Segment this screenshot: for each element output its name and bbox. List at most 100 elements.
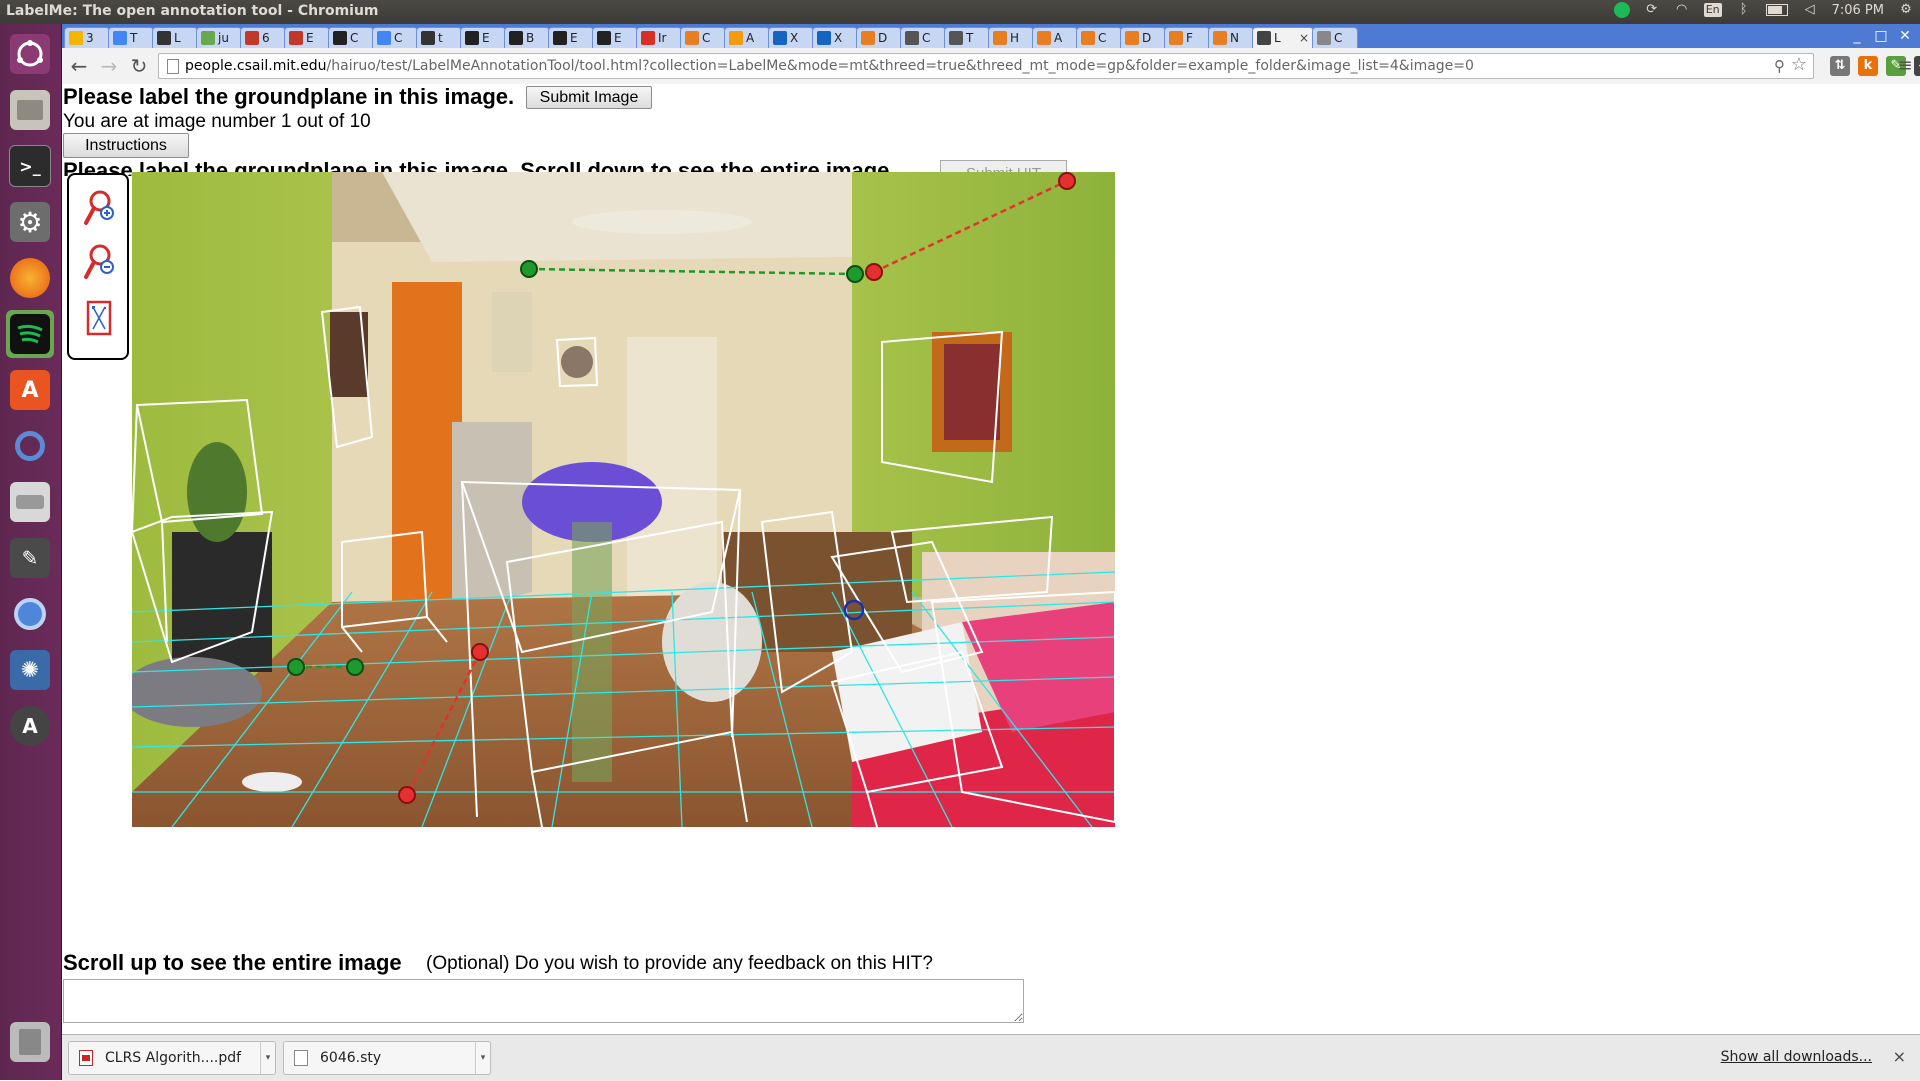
chevron-down-icon[interactable]: ▾	[475, 1042, 490, 1074]
green-handle[interactable]	[287, 658, 305, 676]
drive-launcher-icon[interactable]	[6, 478, 54, 526]
tab-label: ju	[218, 31, 229, 45]
browser-tab[interactable]: C	[900, 27, 946, 48]
reload-button[interactable]: ↻	[126, 54, 152, 78]
annotation-canvas[interactable]	[132, 172, 1115, 827]
settings-launcher-icon[interactable]: ⚙	[6, 198, 54, 246]
browser-tab[interactable]: C	[372, 27, 418, 48]
spotify-tray-icon[interactable]	[1613, 2, 1630, 18]
browser-tab[interactable]: C	[1076, 27, 1122, 48]
browser-tab[interactable]: D	[856, 27, 902, 48]
close-icon[interactable]: ×	[1893, 1047, 1906, 1066]
page-content: Please label the groundplane in this ima…	[62, 84, 1920, 1034]
browser-tab[interactable]: E	[284, 27, 330, 48]
back-button[interactable]: ←	[66, 54, 92, 78]
browser-tab[interactable]: L ×	[1252, 27, 1314, 48]
app-launcher-icon-circle[interactable]	[6, 422, 54, 470]
browser-tab[interactable]: E	[548, 27, 594, 48]
browser-tab[interactable]: X	[812, 27, 858, 48]
red-handle[interactable]	[865, 263, 883, 281]
browser-tab[interactable]: N	[1208, 27, 1254, 48]
minimize-button[interactable]: _	[1848, 28, 1866, 44]
maximize-button[interactable]: □	[1872, 28, 1890, 44]
browser-tab[interactable]: E	[460, 27, 506, 48]
tab-label: D	[878, 31, 888, 45]
browser-tab[interactable]: X	[768, 27, 814, 48]
software-center-launcher-icon[interactable]: A	[6, 366, 54, 414]
tab-label: E	[482, 31, 490, 45]
update-manager-launcher-icon[interactable]: A	[6, 702, 54, 750]
sync-icon[interactable]: ⟳	[1644, 2, 1660, 18]
gear-icon[interactable]: ⚙	[1898, 2, 1914, 18]
green-handle[interactable]	[520, 260, 538, 278]
firefox-launcher-icon[interactable]	[6, 254, 54, 302]
browser-tab[interactable]: H	[988, 27, 1034, 48]
browser-tab[interactable]: t	[416, 27, 462, 48]
dash-home-button[interactable]	[6, 30, 54, 78]
extension-1-icon[interactable]: ⇅	[1830, 56, 1850, 76]
menu-icon[interactable]: ≡	[1892, 54, 1918, 78]
close-window-button[interactable]: ✕	[1896, 28, 1914, 44]
battery-icon[interactable]	[1765, 4, 1788, 16]
browser-tab[interactable]: A	[724, 27, 770, 48]
browser-tab[interactable]: C	[1312, 27, 1358, 48]
address-bar[interactable]: people.csail.mit.edu/hairuo/test/LabelMe…	[158, 53, 1814, 79]
fit-image-icon[interactable]	[83, 299, 115, 339]
instructions-button[interactable]: Instructions	[63, 133, 189, 158]
app-launcher-icon-swirl[interactable]: ✺	[6, 646, 54, 694]
terminal-launcher-icon[interactable]: >_	[6, 142, 54, 190]
inkscape-launcher-icon[interactable]: ✎	[6, 534, 54, 582]
browser-tab[interactable]: A	[1032, 27, 1078, 48]
green-handle[interactable]	[846, 265, 864, 283]
tab-favicon-icon	[245, 31, 259, 45]
feedback-textarea[interactable]	[63, 979, 1024, 1023]
submit-image-button[interactable]: Submit Image	[526, 86, 652, 109]
trash-launcher-icon[interactable]	[6, 1018, 54, 1066]
red-handle[interactable]	[1058, 172, 1076, 190]
browser-tab[interactable]: 3	[64, 27, 110, 48]
tab-favicon-icon	[817, 31, 831, 45]
tab-favicon-icon	[377, 31, 391, 45]
bluetooth-icon[interactable]: ᛒ	[1736, 2, 1752, 18]
zoom-out-icon[interactable]	[83, 243, 115, 283]
wifi-icon[interactable]: ◠	[1674, 2, 1690, 18]
spotify-launcher-icon[interactable]	[6, 310, 54, 358]
magnifier-icon[interactable]: ⚲	[1774, 54, 1785, 78]
chevron-down-icon[interactable]: ▾	[260, 1042, 275, 1074]
extension-k-icon[interactable]: k	[1858, 56, 1878, 76]
keyboard-layout-indicator[interactable]: En	[1703, 3, 1722, 17]
star-icon[interactable]: ☆	[1791, 54, 1807, 77]
download-item[interactable]: CLRS Algorith....pdf ▾	[68, 1041, 276, 1075]
tab-close-icon[interactable]: ×	[1299, 31, 1309, 45]
browser-tab[interactable]: C	[680, 27, 726, 48]
chromium-launcher-icon[interactable]	[6, 590, 54, 638]
browser-tab[interactable]: F	[1164, 27, 1210, 48]
browser-tab[interactable]: ju	[196, 27, 242, 48]
tab-label: 6	[262, 31, 270, 45]
tab-label: C	[1098, 31, 1107, 45]
tab-favicon-icon	[1125, 31, 1139, 45]
red-handle[interactable]	[471, 643, 489, 661]
volume-icon[interactable]: ◁	[1802, 2, 1818, 18]
browser-tab[interactable]: T	[108, 27, 154, 48]
browser-tab[interactable]: T	[944, 27, 990, 48]
zoom-in-icon[interactable]	[83, 189, 115, 229]
unity-launcher: >_ ⚙ A ✎ ✺ A	[0, 24, 62, 1080]
show-all-downloads-link[interactable]: Show all downloads...	[1721, 1049, 1872, 1065]
files-launcher-icon[interactable]	[6, 86, 54, 134]
forward-button[interactable]: →	[96, 54, 122, 78]
browser-tab[interactable]: D	[1120, 27, 1166, 48]
red-handle[interactable]	[398, 786, 416, 804]
browser-tab[interactable]: E	[592, 27, 638, 48]
browser-tab[interactable]: L	[152, 27, 198, 48]
download-item[interactable]: 6046.sty ▾	[283, 1041, 491, 1075]
tab-favicon-icon	[1081, 31, 1095, 45]
browser-tab[interactable]: C	[328, 27, 374, 48]
browser-tab[interactable]: B	[504, 27, 550, 48]
browser-tab[interactable]: 6	[240, 27, 286, 48]
green-handle[interactable]	[346, 658, 364, 676]
clock[interactable]: 7:06 PM	[1832, 3, 1884, 18]
tab-favicon-icon	[509, 31, 523, 45]
browser-tab[interactable]: Ir	[636, 27, 682, 48]
page-heading: Please label the groundplane in this ima…	[63, 84, 515, 109]
